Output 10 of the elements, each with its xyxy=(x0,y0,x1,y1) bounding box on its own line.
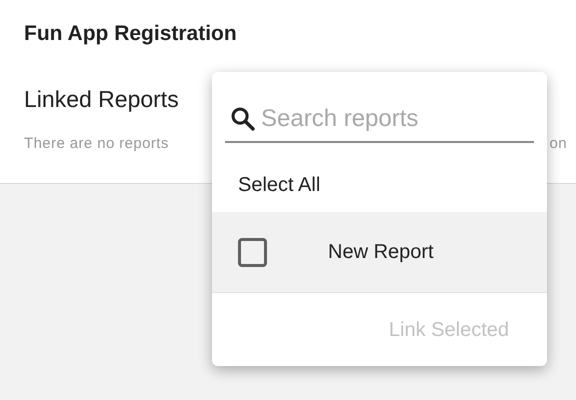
empty-message: on xyxy=(550,135,567,153)
select-all-button[interactable]: Select All xyxy=(238,173,320,197)
report-item[interactable]: New Report xyxy=(212,212,547,292)
empty-message: There are no reports xyxy=(24,135,169,153)
report-label: New Report xyxy=(328,240,434,265)
checkbox[interactable] xyxy=(238,238,267,266)
page-title: Fun App Registration xyxy=(24,21,237,47)
search-icon xyxy=(229,105,257,133)
section-title: Linked Reports xyxy=(24,85,179,113)
search-field[interactable]: Search reports xyxy=(261,101,534,137)
